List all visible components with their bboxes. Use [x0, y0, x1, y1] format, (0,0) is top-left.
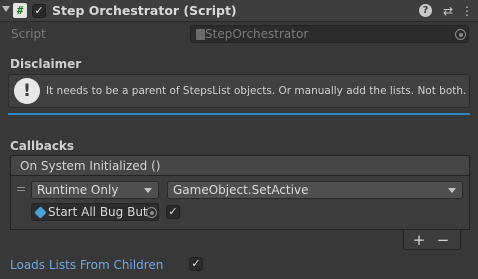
loads-lists-label: Loads Lists From Children: [10, 258, 164, 272]
drag-handle-line[interactable]: [17, 190, 25, 191]
script-asset-icon: [196, 29, 205, 40]
object-picker-icon[interactable]: [146, 207, 157, 218]
drag-handle-icon[interactable]: [17, 187, 25, 188]
remove-listener-button[interactable]: −: [433, 230, 453, 250]
listener-target-value: Start All Bug But: [48, 205, 148, 219]
unity-event-header: On System Initialized (): [10, 155, 470, 176]
gameobject-icon: [34, 206, 47, 219]
function-value: GameObject.SetActive: [173, 183, 309, 197]
script-icon: #: [13, 3, 27, 18]
foldout-arrow-icon[interactable]: [2, 6, 10, 12]
component-title: Step Orchestrator (Script): [52, 3, 237, 18]
disclaimer-heading: Disclaimer: [10, 57, 82, 71]
add-listener-button[interactable]: +: [409, 230, 429, 250]
function-dropdown[interactable]: GameObject.SetActive: [167, 181, 463, 199]
presets-icon[interactable]: ⇄: [440, 3, 456, 19]
unity-event-name: On System Initialized (): [20, 159, 161, 173]
runtime-mode-value: Runtime Only: [37, 183, 119, 197]
script-label: Script: [11, 27, 46, 41]
section-divider: [8, 113, 470, 115]
chevron-down-icon: [448, 188, 456, 193]
chevron-down-icon: [144, 188, 152, 193]
disclaimer-message: It needs to be a parent of StepsList obj…: [46, 85, 467, 97]
listener-target-field[interactable]: Start All Bug But: [31, 203, 159, 221]
script-object-field: StepOrchestrator: [190, 25, 469, 43]
object-picker-icon: [455, 29, 466, 40]
component-enabled-checkbox[interactable]: ✓: [32, 4, 46, 18]
disclaimer-helpbox: ! It needs to be a parent of StepsList o…: [8, 74, 470, 108]
context-menu-icon[interactable]: ⋮: [459, 3, 475, 19]
callbacks-heading: Callbacks: [10, 139, 75, 153]
info-icon: !: [14, 78, 40, 104]
script-object-value: StepOrchestrator: [205, 27, 309, 41]
runtime-mode-dropdown[interactable]: Runtime Only: [31, 181, 159, 199]
loads-lists-checkbox[interactable]: ✓: [189, 257, 203, 271]
help-icon[interactable]: ?: [418, 3, 434, 19]
setactive-argument-checkbox[interactable]: ✓: [166, 205, 180, 219]
